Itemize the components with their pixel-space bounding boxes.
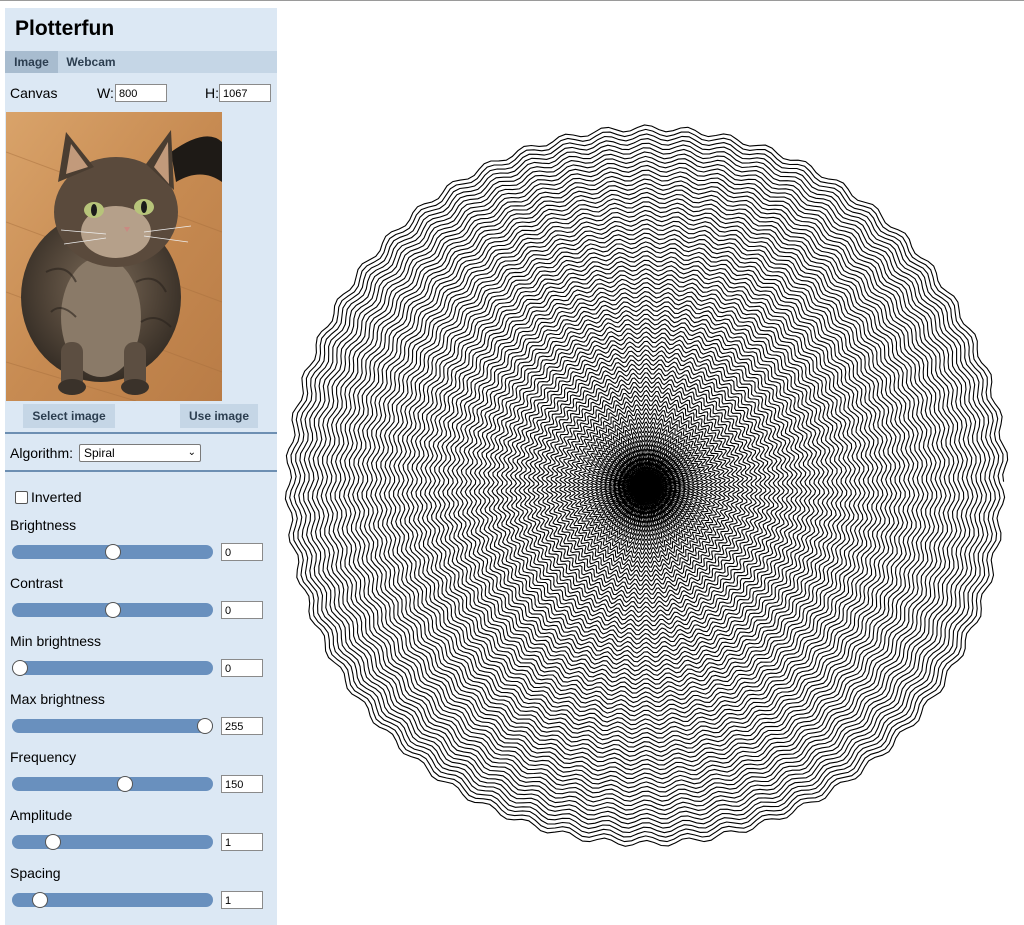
slider-value-input[interactable]: 1 <box>221 891 263 909</box>
slider-value-input[interactable]: 1 <box>221 833 263 851</box>
slider-track[interactable] <box>12 776 213 792</box>
spiral-plot-canvas <box>284 124 1009 847</box>
slider-value-input[interactable]: 0 <box>221 659 263 677</box>
slider-label: Brightness <box>10 517 77 533</box>
chevron-down-icon: ⌄ <box>187 447 196 458</box>
canvas-label: Canvas <box>10 85 58 101</box>
slider-thumb[interactable] <box>12 660 28 676</box>
slider-track[interactable] <box>12 834 213 850</box>
controls-panel: Plotterfun Image Webcam Canvas W: 800 H:… <box>5 8 277 925</box>
slider-track[interactable] <box>12 544 213 560</box>
inverted-label: Inverted <box>31 489 82 505</box>
spiral-path <box>284 124 1009 847</box>
slider-label: Amplitude <box>10 807 73 823</box>
algorithm-selected-value: Spiral <box>84 446 115 460</box>
slider-track[interactable] <box>12 602 213 618</box>
slider-value-input[interactable]: 255 <box>221 717 263 735</box>
inverted-checkbox[interactable] <box>15 491 28 504</box>
slider-track[interactable] <box>12 660 213 676</box>
tab-image[interactable]: Image <box>5 51 58 73</box>
slider-label: Min brightness <box>10 633 102 649</box>
use-image-button[interactable]: Use image <box>180 404 258 428</box>
width-label: W: <box>97 85 114 101</box>
tab-webcam[interactable]: Webcam <box>58 51 124 73</box>
slider-label: Frequency <box>10 749 77 765</box>
select-image-button[interactable]: Select image <box>23 404 115 428</box>
slider-label: Contrast <box>10 575 63 591</box>
slider-thumb[interactable] <box>32 892 49 908</box>
slider-track[interactable] <box>12 892 213 908</box>
slider-label: Max brightness <box>10 691 105 707</box>
algorithm-label: Algorithm: <box>10 445 74 461</box>
tab-bar: Image Webcam <box>5 51 277 73</box>
slider-track[interactable] <box>12 718 213 734</box>
canvas-height-input[interactable]: 1067 <box>219 84 271 102</box>
slider-thumb[interactable] <box>117 776 134 792</box>
source-image <box>6 112 222 401</box>
slider-value-input[interactable]: 0 <box>221 601 263 619</box>
slider-value-input[interactable]: 150 <box>221 775 263 793</box>
algorithm-select[interactable]: Spiral ⌄ <box>79 444 201 462</box>
slider-thumb[interactable] <box>45 834 62 850</box>
height-label: H: <box>205 85 219 101</box>
slider-label: Spacing <box>10 865 61 881</box>
section-divider <box>5 470 277 472</box>
slider-thumb[interactable] <box>197 718 213 734</box>
app-title: Plotterfun <box>15 17 115 40</box>
section-divider <box>5 432 277 434</box>
slider-thumb[interactable] <box>104 544 121 560</box>
window-top-border <box>0 0 1024 1</box>
canvas-width-input[interactable]: 800 <box>115 84 167 102</box>
slider-thumb[interactable] <box>104 602 121 618</box>
slider-value-input[interactable]: 0 <box>221 543 263 561</box>
